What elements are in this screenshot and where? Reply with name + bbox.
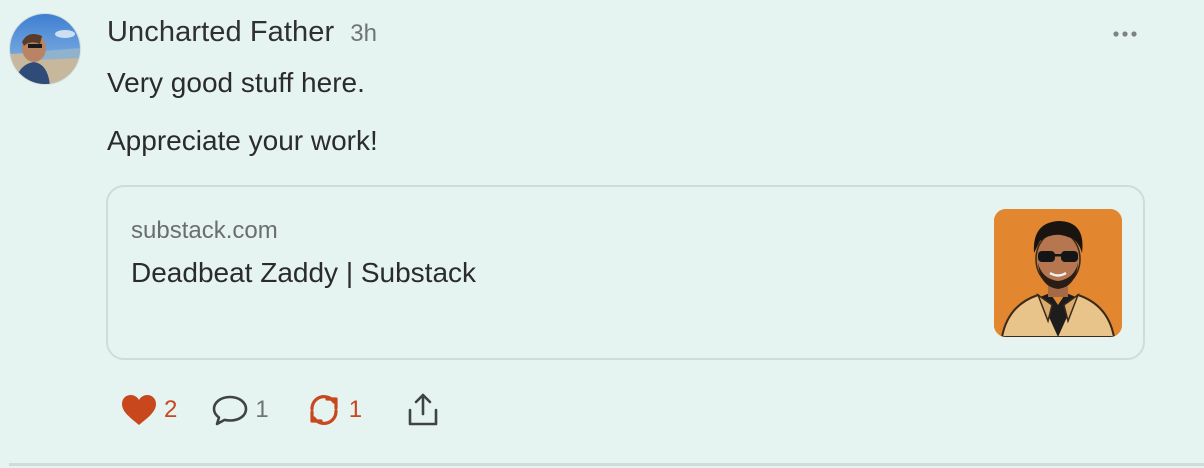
post-time[interactable]: 3h bbox=[350, 20, 377, 48]
comment-count: 1 bbox=[255, 396, 269, 423]
comment-button[interactable]: 1 bbox=[211, 393, 269, 427]
link-preview-card[interactable]: substack.com Deadbeat Zaddy | Substack bbox=[106, 185, 1145, 360]
comment-icon bbox=[213, 395, 248, 426]
avatar-photo bbox=[10, 14, 80, 84]
restack-button[interactable]: 1 bbox=[305, 393, 362, 427]
note-header: Uncharted Father 3h bbox=[107, 16, 377, 52]
share-button[interactable] bbox=[404, 392, 442, 428]
more-options-button[interactable] bbox=[1106, 22, 1146, 46]
share-icon bbox=[408, 393, 438, 426]
restack-count: 1 bbox=[348, 396, 363, 423]
link-title: Deadbeat Zaddy | Substack bbox=[131, 257, 477, 288]
note-paragraph: Appreciate your work! bbox=[107, 125, 378, 156]
portrait-illustration bbox=[994, 209, 1122, 337]
like-button[interactable]: 2 bbox=[120, 393, 177, 427]
ellipsis-icon bbox=[1113, 31, 1137, 37]
heart-icon bbox=[122, 395, 156, 425]
note-post: Uncharted Father 3h Very good stuff here… bbox=[0, 0, 1204, 468]
author-name[interactable]: Uncharted Father bbox=[107, 16, 334, 49]
author-avatar[interactable] bbox=[9, 13, 81, 85]
note-paragraph: Very good stuff here. bbox=[107, 67, 365, 98]
like-count: 2 bbox=[164, 396, 178, 423]
link-domain: substack.com bbox=[131, 217, 278, 244]
note-actions: 2 1 1 bbox=[120, 390, 442, 430]
divider bbox=[9, 463, 1204, 466]
link-thumbnail bbox=[994, 209, 1122, 337]
restack-icon bbox=[310, 395, 338, 425]
